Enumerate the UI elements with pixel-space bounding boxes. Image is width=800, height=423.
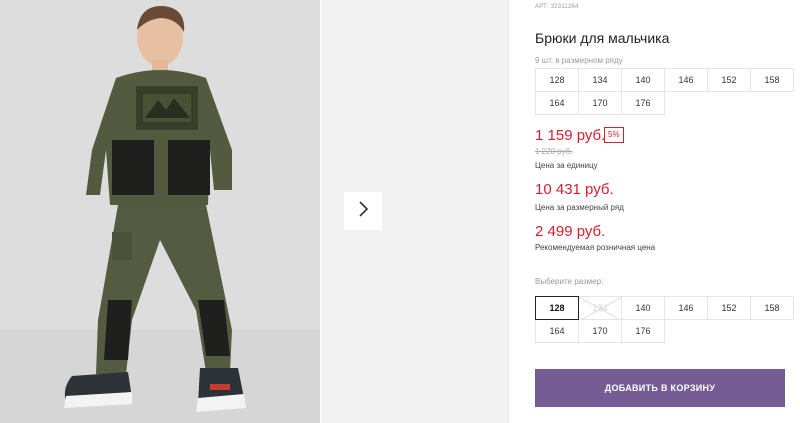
size-picker-label: Выберите размер: — [535, 277, 604, 286]
size-option-128[interactable]: 128 — [535, 296, 579, 320]
size-row-cell: 128 — [535, 68, 579, 92]
product-photo-main[interactable] — [0, 0, 320, 423]
size-row-cell: 176 — [621, 91, 665, 115]
size-option-164[interactable]: 164 — [535, 319, 579, 343]
size-row-cell: 152 — [707, 68, 751, 92]
old-price: 1 220 руб. — [535, 147, 573, 156]
size-option-158[interactable]: 158 — [750, 296, 794, 320]
row-price: 10 431 руб. — [535, 181, 614, 198]
size-row-cell: 146 — [664, 68, 708, 92]
size-row-hint: 9 шт. в размерном ряду — [535, 56, 623, 65]
row-price-caption: Цена за размерный ряд — [535, 203, 624, 212]
size-row-cell: 140 — [621, 68, 665, 92]
discount-badge: 5% — [604, 127, 624, 143]
product-article: АРТ: 32311264 — [535, 4, 579, 10]
size-option-146[interactable]: 146 — [664, 296, 708, 320]
size-row-cell: 164 — [535, 91, 579, 115]
product-photo — [0, 0, 320, 423]
product-gallery — [0, 0, 508, 423]
retail-price-caption: Рекомендуемая розничная цена — [535, 243, 656, 252]
size-option-134[interactable]: 134 — [578, 296, 622, 321]
size-option-152[interactable]: 152 — [707, 296, 751, 320]
size-row-grid: 128 134 140 146 152 158 164 170 176 — [535, 68, 794, 115]
size-option-176[interactable]: 176 — [621, 319, 665, 343]
unit-price: 1 159 руб. — [535, 127, 606, 144]
size-row-cell: 158 — [750, 68, 794, 92]
size-option-140[interactable]: 140 — [621, 296, 665, 320]
size-row-cell: 170 — [578, 91, 622, 115]
panel-divider — [508, 0, 509, 423]
retail-price: 2 499 руб. — [535, 223, 606, 240]
chevron-right-icon — [356, 200, 370, 222]
size-picker: 128 134 140 146 152 158 164 170 176 — [535, 296, 794, 343]
add-to-cart-button[interactable]: ДОБАВИТЬ В КОРЗИНУ — [535, 369, 785, 407]
size-option-170[interactable]: 170 — [578, 319, 622, 343]
size-row-cell: 134 — [578, 68, 622, 92]
unavailable-cross-icon — [579, 297, 622, 321]
unit-price-caption: Цена за единицу — [535, 161, 598, 170]
product-title: Брюки для мальчика — [535, 30, 670, 46]
next-photo-button[interactable] — [344, 192, 382, 230]
